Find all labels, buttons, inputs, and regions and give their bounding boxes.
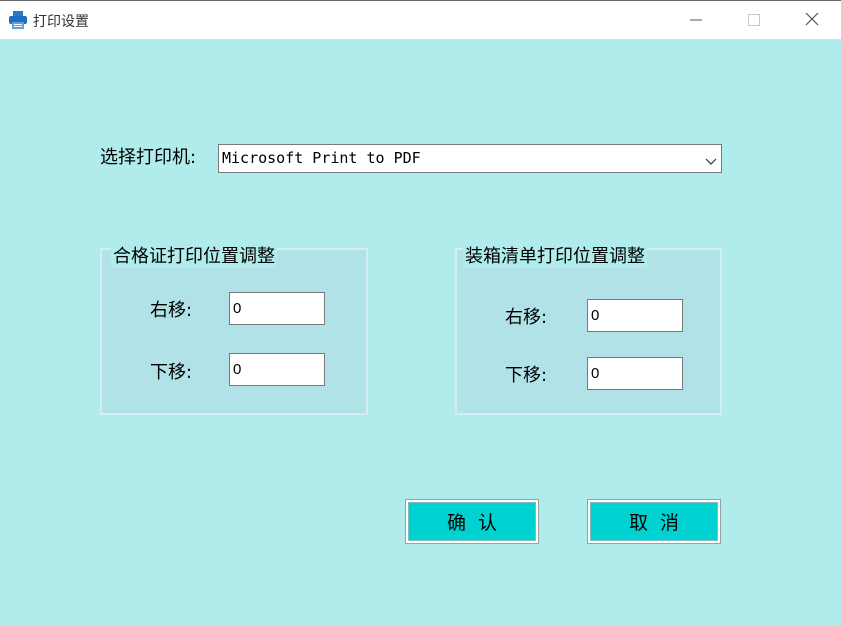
title-bar: 打印设置 <box>0 0 841 39</box>
packing-down-input[interactable] <box>587 357 683 390</box>
certificate-down-label: 下移: <box>150 362 193 383</box>
maximize-button[interactable] <box>725 1 783 39</box>
packing-right-label: 右移: <box>505 307 548 328</box>
packing-right-input[interactable] <box>587 299 683 332</box>
maximize-icon <box>748 11 760 30</box>
confirm-button-label: 确 认 <box>408 502 536 541</box>
close-icon <box>805 11 819 30</box>
printer-label: 选择打印机: <box>100 147 197 168</box>
cancel-button[interactable]: 取 消 <box>587 499 721 544</box>
certificate-right-input[interactable] <box>229 292 325 325</box>
window-title: 打印设置 <box>33 14 89 30</box>
certificate-group-title: 合格证打印位置调整 <box>111 246 277 268</box>
cancel-button-label: 取 消 <box>590 502 718 541</box>
chevron-down-icon <box>705 153 717 165</box>
certificate-position-group: 合格证打印位置调整 右移: 下移: <box>100 246 368 415</box>
confirm-button[interactable]: 确 认 <box>405 499 539 544</box>
printer-icon <box>8 11 28 29</box>
certificate-right-label: 右移: <box>150 300 193 321</box>
minimize-icon <box>690 11 702 30</box>
packing-list-position-group: 装箱清单打印位置调整 右移: 下移: <box>455 246 722 415</box>
printer-select-value: Microsoft Print to PDF <box>222 149 421 167</box>
close-button[interactable] <box>783 1 841 39</box>
printer-select[interactable]: Microsoft Print to PDF <box>218 144 722 173</box>
certificate-down-input[interactable] <box>229 353 325 386</box>
minimize-button[interactable] <box>667 1 725 39</box>
packing-down-label: 下移: <box>505 365 548 386</box>
packing-group-title: 装箱清单打印位置调整 <box>463 246 647 268</box>
